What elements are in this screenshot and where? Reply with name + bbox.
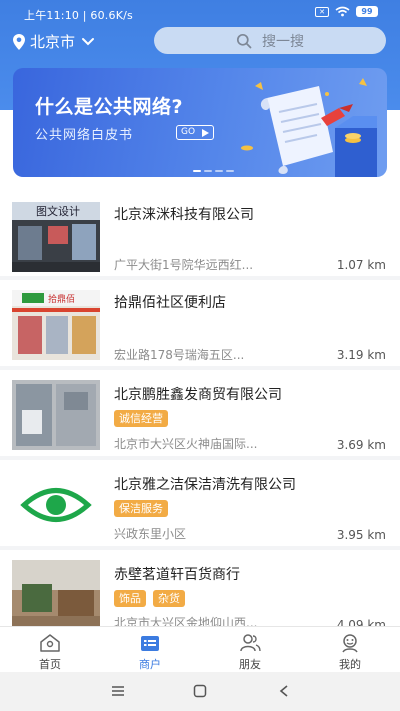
- city-label: 北京市: [30, 33, 76, 51]
- search-placeholder: 搜一搜: [262, 33, 304, 50]
- shop-distance: 1.07 km: [336, 258, 386, 272]
- shop-list-item[interactable]: 北京雅之洁保洁清洗有限公司 保洁服务 兴政东里小区 3.95 km: [0, 460, 400, 550]
- system-navigation-bar: [0, 672, 400, 711]
- banner-go-button[interactable]: GO: [176, 125, 214, 140]
- home-square-icon[interactable]: [192, 684, 208, 698]
- shop-name: 拾鼎佰社区便利店: [114, 295, 226, 311]
- whitepaper-illustration: [241, 78, 377, 177]
- shop-thumbnail: [12, 560, 100, 630]
- tab-merchant[interactable]: 商户: [120, 633, 180, 672]
- search-bar[interactable]: 搜一搜: [154, 27, 386, 54]
- merchant-icon: [141, 636, 159, 651]
- banner-pagination: [193, 170, 234, 172]
- chevron-down-icon: [82, 37, 95, 45]
- shop-distance: 3.19 km: [336, 348, 386, 362]
- profile-icon: [342, 634, 358, 653]
- app-screen: 上午11:10 | 60.6K/s ✕ 99 北京市 搜一搜 什么是公共网络? …: [0, 0, 400, 711]
- pagination-dot: [204, 170, 212, 172]
- tab-home[interactable]: 首页: [20, 633, 80, 672]
- status-icons: ✕ 99: [315, 6, 378, 17]
- battery-level: 99: [356, 6, 378, 17]
- bottom-tab-bar: 首页 商户 朋友 我的: [0, 626, 400, 672]
- thumb-sign-text: 拾鼎佰: [48, 293, 75, 305]
- shop-list-item[interactable]: 北京鹏胜鑫发商贸有限公司 诚信经营 北京市大兴区火神庙国际... 3.69 km: [0, 370, 400, 460]
- tab-friends[interactable]: 朋友: [220, 633, 280, 672]
- pagination-dot: [226, 170, 234, 172]
- shop-thumbnail: 拾鼎佰: [12, 290, 100, 360]
- shop-name: 北京雅之洁保洁清洗有限公司: [114, 477, 296, 493]
- friends-icon: [240, 634, 261, 652]
- shop-list-item[interactable]: 图文设计 北京涞洣科技有限公司 广平大街1号院华远西红... 1.07 km: [0, 190, 400, 280]
- city-selector[interactable]: 北京市: [12, 31, 95, 52]
- banner-subtitle: 公共网络白皮书: [35, 128, 134, 143]
- tab-label: 商户: [139, 658, 161, 671]
- shop-name: 北京涞洣科技有限公司: [114, 207, 254, 223]
- shop-tag: 诚信经营: [114, 410, 168, 427]
- shop-address: 北京市大兴区火神庙国际...: [114, 437, 258, 451]
- menu-icon[interactable]: [110, 684, 126, 698]
- play-arrow-icon: [202, 129, 209, 137]
- tab-label: 首页: [39, 658, 61, 671]
- shop-tag: 饰品: [114, 590, 146, 607]
- shop-address: 广平大街1号院华远西红...: [114, 258, 254, 272]
- status-bar: 上午11:10 | 60.6K/s ✕ 99: [0, 0, 400, 26]
- tab-label: 朋友: [239, 658, 261, 671]
- banner-title: 什么是公共网络?: [35, 96, 184, 118]
- eye-logo-icon: [12, 470, 100, 540]
- shop-distance: 3.95 km: [336, 528, 386, 542]
- pagination-dot: [215, 170, 223, 172]
- tab-label: 我的: [339, 658, 361, 671]
- tab-profile[interactable]: 我的: [320, 633, 380, 672]
- thumb-sign-text: 图文设计: [36, 204, 80, 218]
- shop-name: 赤壁茗道轩百货商行: [114, 567, 240, 583]
- shop-name: 北京鹏胜鑫发商贸有限公司: [114, 387, 282, 403]
- shop-thumbnail: 图文设计: [12, 202, 100, 272]
- shop-tag: 杂货: [153, 590, 185, 607]
- shop-tag: 保洁服务: [114, 500, 168, 517]
- search-icon: [236, 33, 252, 48]
- shop-thumbnail: [12, 380, 100, 450]
- status-time: 上午11:10 | 60.6K/s: [24, 9, 133, 22]
- shop-tags: 保洁服务: [114, 500, 168, 517]
- shop-tags: 饰品 杂货: [114, 590, 185, 607]
- shop-list-item[interactable]: 拾鼎佰 拾鼎佰社区便利店 宏业路178号瑞海五区... 3.19 km: [0, 280, 400, 370]
- shop-address: 宏业路178号瑞海五区...: [114, 348, 245, 362]
- pagination-dot: [193, 170, 201, 172]
- sim-icon: ✕: [315, 6, 329, 17]
- shop-address: 兴政东里小区: [114, 527, 187, 541]
- shop-distance: 3.69 km: [336, 438, 386, 452]
- promo-banner[interactable]: 什么是公共网络? 公共网络白皮书 GO: [13, 68, 387, 177]
- wifi-icon: [335, 6, 350, 17]
- go-label: GO: [181, 127, 196, 137]
- location-pin-icon: [13, 33, 25, 50]
- shop-tags: 诚信经营: [114, 410, 168, 427]
- back-icon[interactable]: [276, 684, 292, 698]
- home-icon: [40, 634, 60, 652]
